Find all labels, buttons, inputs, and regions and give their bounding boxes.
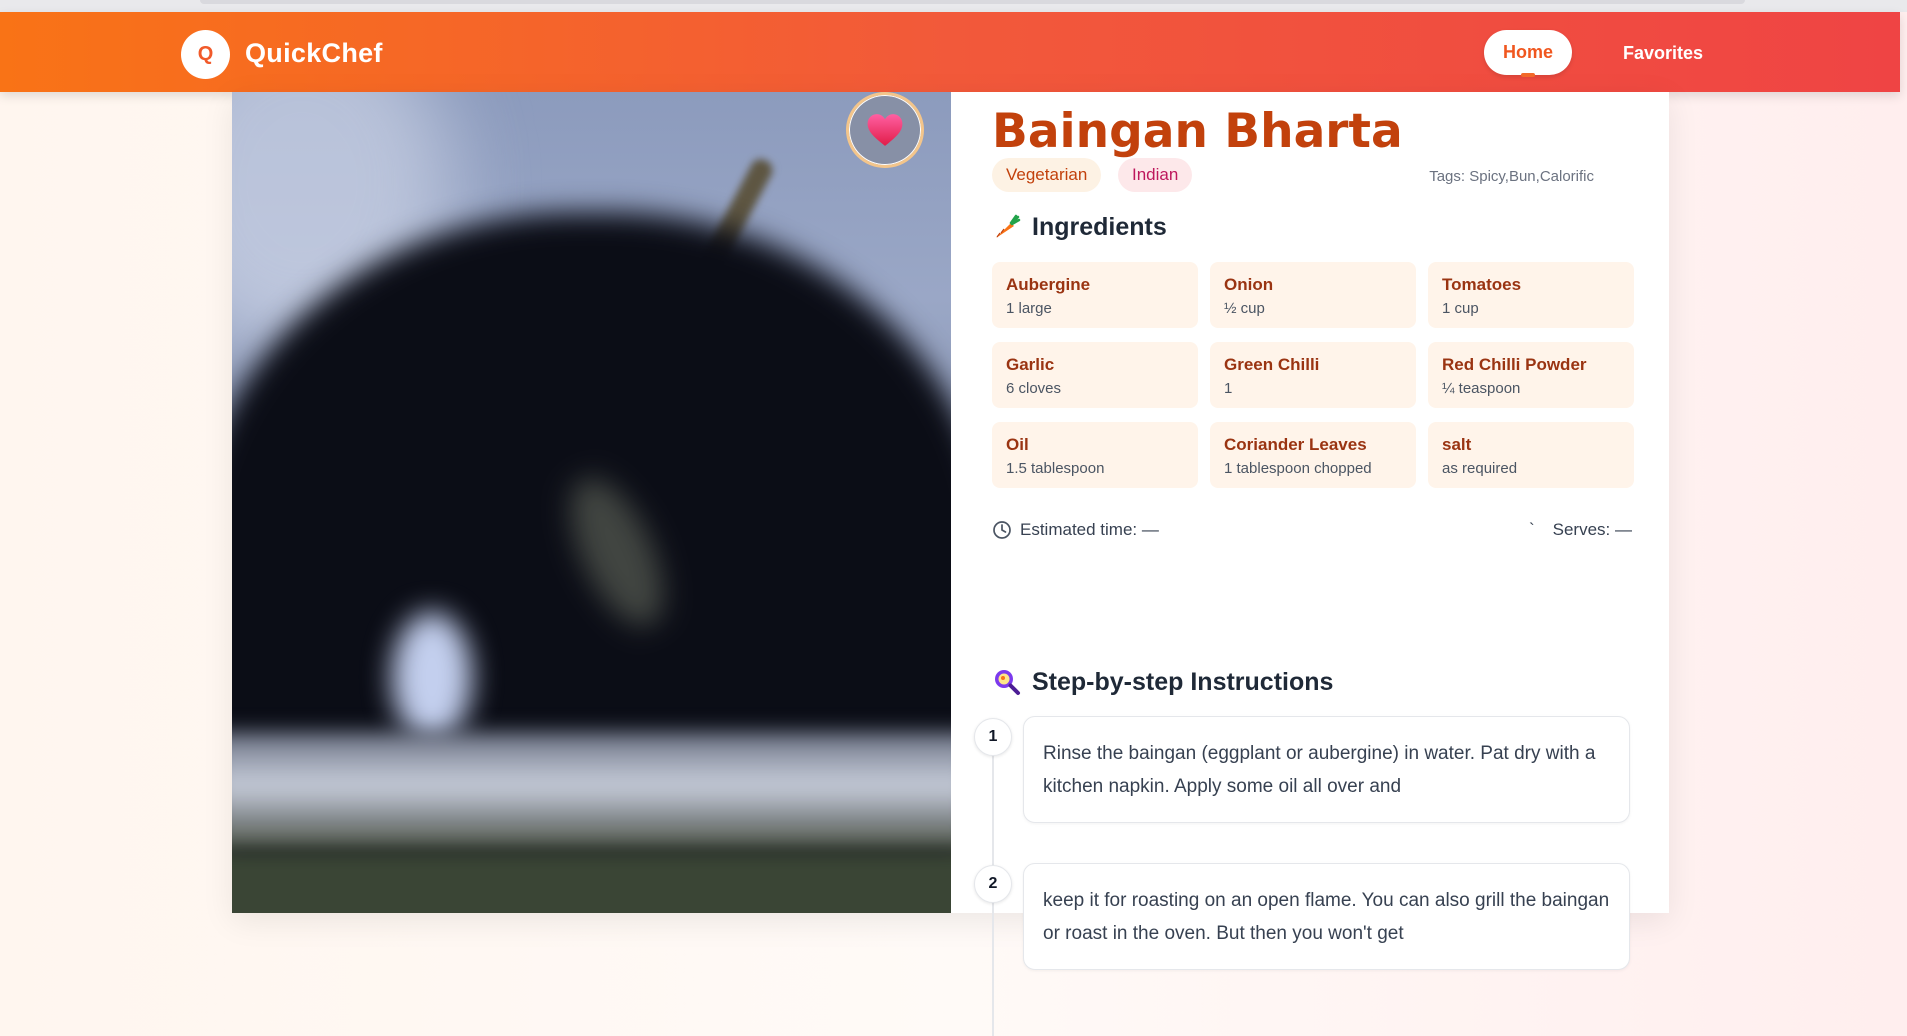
- ingredient-card: Oil 1.5 tablespoon: [992, 422, 1198, 488]
- ingredient-card: Onion ½ cup: [1210, 262, 1416, 328]
- magnifier-icon: [995, 670, 1020, 695]
- step-item: keep it for roasting on an open flame. Y…: [1023, 863, 1630, 970]
- ingredient-card: Aubergine 1 large: [992, 262, 1198, 328]
- ingredient-name: Red Chilli Powder: [1442, 355, 1587, 374]
- cuisine-badge: Indian: [1118, 158, 1193, 192]
- heart-icon: [867, 114, 903, 146]
- ingredient-name: Onion: [1224, 275, 1274, 294]
- logo-badge[interactable]: Q: [181, 30, 230, 79]
- ingredient-name: Aubergine: [1006, 275, 1091, 294]
- ingredient-name: Garlic: [1006, 355, 1055, 374]
- category-badge: Vegetarian: [992, 158, 1102, 192]
- serves-text: Serves: —: [1552, 520, 1632, 539]
- nav-home-button[interactable]: Home: [1484, 30, 1572, 77]
- estimated-time-text: Estimated time: —: [1020, 520, 1159, 539]
- recipe-photo: [232, 92, 951, 913]
- app-name[interactable]: QuickChef: [245, 38, 383, 69]
- recipe-details: Baingan Bharta Vegetarian Indian Tags: S…: [974, 92, 1634, 1036]
- ingredient-qty: 1 cup: [1442, 300, 1479, 317]
- serves-icon: `: [1528, 520, 1535, 539]
- top-navbar: Q QuickChef Home Favorites: [0, 12, 1900, 92]
- ingredient-card: Green Chilli 1: [1210, 342, 1416, 408]
- ingredient-card: salt as required: [1428, 422, 1634, 488]
- step-text: Rinse the baingan (eggplant or aubergine…: [1043, 743, 1596, 797]
- clock-icon: [993, 521, 1011, 539]
- browser-top-strip: [0, 0, 1907, 12]
- ingredient-name: Tomatoes: [1442, 275, 1522, 294]
- ingredient-card: Coriander Leaves 1 tablespoon chopped: [1210, 422, 1416, 488]
- ingredient-card: Tomatoes 1 cup: [1428, 262, 1634, 328]
- nav-home-label: Home: [1502, 42, 1553, 62]
- instructions-heading: Step-by-step Instructions: [992, 667, 1333, 697]
- estimated-time: Estimated time: —: [992, 520, 1159, 540]
- favorite-button[interactable]: [846, 92, 924, 168]
- ingredient-qty: 6 cloves: [1006, 380, 1062, 397]
- ingredient-card: Red Chilli Powder ¼ teaspoon: [1428, 342, 1634, 408]
- active-indicator: [1521, 73, 1535, 77]
- ingredient-qty: 1.5 tablespoon: [1006, 460, 1105, 477]
- nav-favorites-link[interactable]: Favorites: [1623, 43, 1703, 64]
- step-text: keep it for roasting on an open flame. Y…: [1043, 890, 1610, 944]
- ingredient-qty: 1 tablespoon chopped: [1224, 460, 1372, 477]
- step-number: 1: [974, 718, 1012, 756]
- instructions-heading-text: Step-by-step Instructions: [1032, 667, 1334, 696]
- ingredient-qty: 1: [1224, 380, 1233, 397]
- ingredient-qty: as required: [1442, 460, 1518, 477]
- carrot-icon: [996, 214, 1021, 238]
- ingredients-heading: Ingredients: [992, 212, 1167, 242]
- ingredients-heading-text: Ingredients: [1032, 212, 1167, 241]
- ingredient-qty: ½ cup: [1224, 300, 1265, 317]
- ingredient-name: salt: [1442, 435, 1472, 454]
- ingredient-qty: 1 large: [1006, 300, 1052, 317]
- recipe-title: Baingan Bharta: [992, 104, 1403, 159]
- ingredient-name: Coriander Leaves: [1224, 435, 1367, 454]
- step-number: 2: [974, 865, 1012, 903]
- ingredient-name: Green Chilli: [1224, 355, 1320, 374]
- recipe-tags: Tags: Spicy,Bun,Calorific: [1429, 168, 1594, 185]
- ingredient-card: Garlic 6 cloves: [992, 342, 1198, 408]
- serves: ` Serves: —: [1529, 520, 1632, 540]
- step-item: Rinse the baingan (eggplant or aubergine…: [1023, 716, 1630, 823]
- ingredient-name: Oil: [1006, 435, 1029, 454]
- recipe-meta: Estimated time: — ` Serves: —: [992, 520, 1632, 544]
- ingredient-qty: ¼ teaspoon: [1442, 380, 1521, 397]
- recipe-card: Baingan Bharta Vegetarian Indian Tags: S…: [232, 92, 1669, 1036]
